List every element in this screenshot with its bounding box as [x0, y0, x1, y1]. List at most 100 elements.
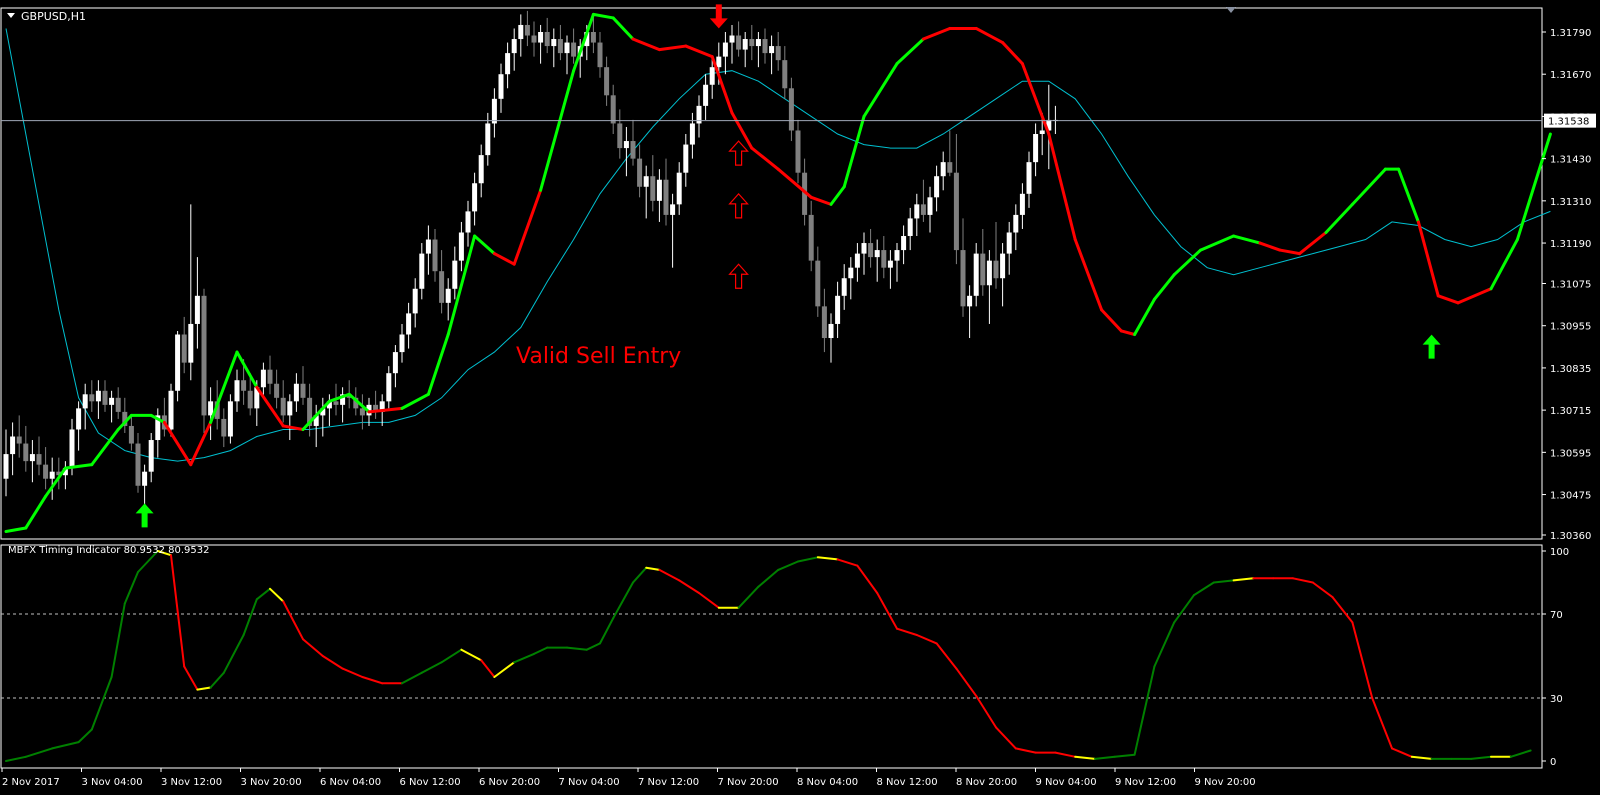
- price-axis-label: 1.31310: [1550, 197, 1591, 208]
- candle-body: [755, 39, 761, 47]
- candle-body: [128, 425, 134, 444]
- candle-body: [623, 141, 629, 149]
- candle-body: [23, 443, 29, 462]
- candle-body: [399, 334, 405, 353]
- oscillator-axis-label: 70: [1550, 610, 1563, 621]
- candle-body: [511, 39, 517, 54]
- price-axis-label: 1.31075: [1550, 280, 1591, 291]
- oscillator-axis-label: 0: [1550, 757, 1556, 768]
- candle-body: [841, 278, 847, 296]
- candle-body: [914, 204, 920, 219]
- candle-body: [221, 418, 227, 437]
- candle-body: [109, 397, 115, 405]
- candle-body: [835, 295, 841, 324]
- time-axis-label: 6 Nov 12:00: [400, 777, 461, 788]
- candle-body: [564, 42, 570, 54]
- time-axis-label: 6 Nov 04:00: [320, 777, 381, 788]
- time-axis-label: 7 Nov 12:00: [638, 777, 699, 788]
- candle-body: [168, 390, 174, 430]
- price-axis-label: 1.30835: [1550, 364, 1591, 375]
- candle-body: [637, 158, 643, 187]
- candle-body: [175, 334, 181, 391]
- candle-body: [683, 144, 689, 173]
- candle-body: [102, 390, 108, 405]
- candle-body: [188, 323, 194, 363]
- candle-body: [1013, 214, 1019, 233]
- time-axis-label: 2 Nov 2017: [2, 777, 60, 788]
- candle-body: [208, 401, 214, 416]
- candle-body: [597, 42, 603, 68]
- candle-body: [142, 471, 148, 486]
- time-axis-label: 6 Nov 20:00: [479, 777, 540, 788]
- candle-body: [821, 306, 827, 339]
- time-axis-label: 9 Nov 20:00: [1195, 777, 1256, 788]
- candle-body: [49, 471, 55, 479]
- candle-body: [498, 74, 504, 99]
- candle-body: [742, 39, 748, 50]
- price-axis-label: 1.30475: [1550, 491, 1591, 502]
- candle-body: [29, 454, 35, 462]
- candle-body: [538, 32, 544, 43]
- candle-body: [887, 260, 893, 268]
- oscillator-axis-label: 30: [1550, 694, 1563, 705]
- candle-body: [234, 380, 240, 402]
- candle-body: [76, 408, 82, 430]
- candle-body: [769, 46, 775, 54]
- price-axis-label: 1.30595: [1550, 448, 1591, 459]
- candle-body: [1026, 162, 1032, 194]
- candle-body: [551, 39, 557, 47]
- candle-body: [3, 454, 9, 479]
- candle-body: [689, 123, 695, 145]
- time-axis-label: 9 Nov 12:00: [1115, 777, 1176, 788]
- candle-body: [762, 39, 768, 54]
- candle-body: [241, 380, 247, 391]
- candle-body: [181, 334, 187, 363]
- candle-body: [524, 24, 530, 36]
- candle-body: [1033, 134, 1039, 163]
- price-axis-label: 1.30715: [1550, 406, 1591, 417]
- candle-body: [729, 35, 735, 43]
- trading-chart[interactable]: 1.317901.316701.315501.314301.313101.311…: [0, 0, 1600, 795]
- candle-body: [815, 260, 821, 307]
- candle-body: [861, 243, 867, 254]
- candle-body: [1006, 232, 1012, 254]
- sell-entry-annotation: Valid Sell Entry: [516, 344, 681, 369]
- candle-body: [980, 253, 986, 286]
- candle-body: [518, 24, 524, 40]
- candle-body: [617, 123, 623, 149]
- candle-body: [795, 130, 801, 173]
- candle-body: [709, 67, 715, 85]
- candle-body: [940, 162, 946, 177]
- candle-body: [901, 236, 907, 251]
- current-price-text: 1.31538: [1548, 117, 1589, 128]
- candle-body: [953, 172, 959, 251]
- candle-body: [676, 172, 682, 205]
- candle-body: [491, 98, 497, 124]
- candle-body: [274, 383, 280, 398]
- candle-body: [293, 383, 299, 402]
- candle-body: [947, 162, 953, 173]
- candle-body: [736, 35, 742, 50]
- price-axis-label: 1.31430: [1550, 155, 1591, 166]
- candle-body: [287, 401, 293, 416]
- candle-body: [445, 288, 451, 303]
- candle-body: [782, 60, 788, 89]
- candle-body: [69, 429, 75, 469]
- price-axis-label: 1.30360: [1550, 531, 1591, 542]
- candle-body: [452, 260, 458, 289]
- candle-body: [557, 39, 563, 54]
- candle-body: [194, 295, 200, 324]
- candle-body: [703, 84, 709, 106]
- candle-body: [227, 401, 233, 437]
- candle-body: [89, 394, 95, 402]
- candle-body: [650, 176, 656, 201]
- candle-body: [874, 250, 880, 258]
- indicator-label: MBFX Timing Indicator 80.9532 80.9532: [8, 545, 209, 556]
- candle-body: [973, 253, 979, 296]
- chart-background: [0, 0, 1600, 795]
- candle-body: [788, 88, 794, 131]
- time-axis-label: 8 Nov 04:00: [797, 777, 858, 788]
- candle-body: [406, 313, 412, 335]
- candle-body: [590, 32, 596, 43]
- time-axis-label: 3 Nov 20:00: [241, 777, 302, 788]
